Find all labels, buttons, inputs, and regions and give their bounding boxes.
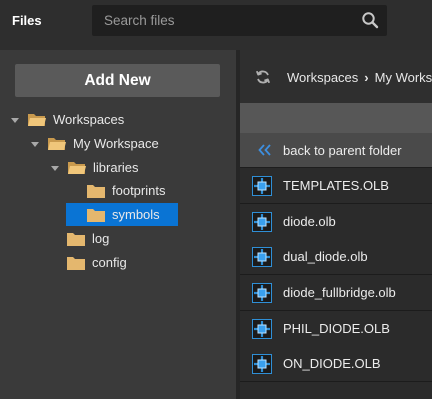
library-file-icon <box>252 319 272 339</box>
folder-icon <box>87 184 105 198</box>
tree-item-label: symbols <box>112 207 160 222</box>
top-bar: Files <box>0 0 432 50</box>
search-icon[interactable] <box>361 11 379 29</box>
tree-item-label: config <box>92 255 127 270</box>
folder-icon <box>67 232 85 246</box>
breadcrumb-bar: Workspaces › My Worksp <box>240 50 432 103</box>
tree-item-label: My Workspace <box>73 136 159 151</box>
tree-item-log[interactable]: log <box>66 227 109 250</box>
search-input[interactable] <box>92 5 352 36</box>
tree-item-config[interactable]: config <box>66 251 127 274</box>
add-new-button[interactable]: Add New <box>15 64 220 97</box>
library-file-icon <box>252 247 272 267</box>
tree-item-my-workspace[interactable]: My Workspace <box>30 132 159 155</box>
file-name: TEMPLATES.OLB <box>283 178 389 193</box>
caret-down-icon[interactable] <box>10 115 20 125</box>
folder-icon <box>67 256 85 270</box>
tree-item-label: footprints <box>112 183 166 198</box>
folder-icon <box>87 208 105 222</box>
refresh-icon[interactable] <box>255 69 271 85</box>
caret-down-icon[interactable] <box>50 163 60 173</box>
caret-down-icon[interactable] <box>30 139 40 149</box>
breadcrumb-my-workspace[interactable]: My Worksp <box>375 70 432 85</box>
file-name: dual_diode.olb <box>283 249 368 264</box>
library-file-icon <box>252 283 272 303</box>
folder-open-icon <box>48 137 66 150</box>
tree-item-footprints[interactable]: footprints <box>66 179 178 202</box>
tree-item-workspaces[interactable]: Workspaces <box>10 108 124 131</box>
breadcrumb-workspaces[interactable]: Workspaces <box>287 70 358 85</box>
tree-item-label: log <box>92 231 110 246</box>
file-row[interactable]: diode_fullbridge.olb <box>240 275 432 311</box>
file-row[interactable]: ON_DIODE.OLB <box>240 346 432 382</box>
back-to-parent-row[interactable]: back to parent folder <box>240 133 432 168</box>
tree-item-label: libraries <box>93 160 139 175</box>
tree-item-symbols[interactable]: symbols <box>66 203 178 226</box>
file-row[interactable]: TEMPLATES.OLB <box>240 168 432 204</box>
file-name: ON_DIODE.OLB <box>283 356 381 371</box>
file-row[interactable]: diode.olb <box>240 204 432 240</box>
folder-open-icon <box>68 161 86 174</box>
back-to-parent-label: back to parent folder <box>283 143 402 158</box>
file-browser: Workspaces › My Worksp back to parent fold… <box>240 50 432 399</box>
app-title: Files <box>12 13 42 28</box>
file-name: PHIL_DIODE.OLB <box>283 321 390 336</box>
library-file-icon <box>252 176 272 196</box>
double-chevron-left-icon <box>258 144 271 156</box>
file-name: diode_fullbridge.olb <box>283 285 396 300</box>
tree-item-label: Workspaces <box>53 112 125 127</box>
file-row[interactable]: dual_diode.olb <box>240 239 432 275</box>
tree-item-libraries[interactable]: libraries <box>50 156 139 179</box>
library-file-icon <box>252 354 272 374</box>
breadcrumb: Workspaces › My Worksp <box>287 70 432 85</box>
library-file-icon <box>252 212 272 232</box>
list-header <box>240 103 432 133</box>
file-row[interactable]: PHIL_DIODE.OLB <box>240 311 432 347</box>
file-name: diode.olb <box>283 214 336 229</box>
sidebar: Add New Workspaces My Workspace librarie… <box>0 50 236 399</box>
search-box[interactable] <box>92 5 387 36</box>
folder-open-icon <box>28 113 46 126</box>
breadcrumb-separator: › <box>364 70 369 85</box>
